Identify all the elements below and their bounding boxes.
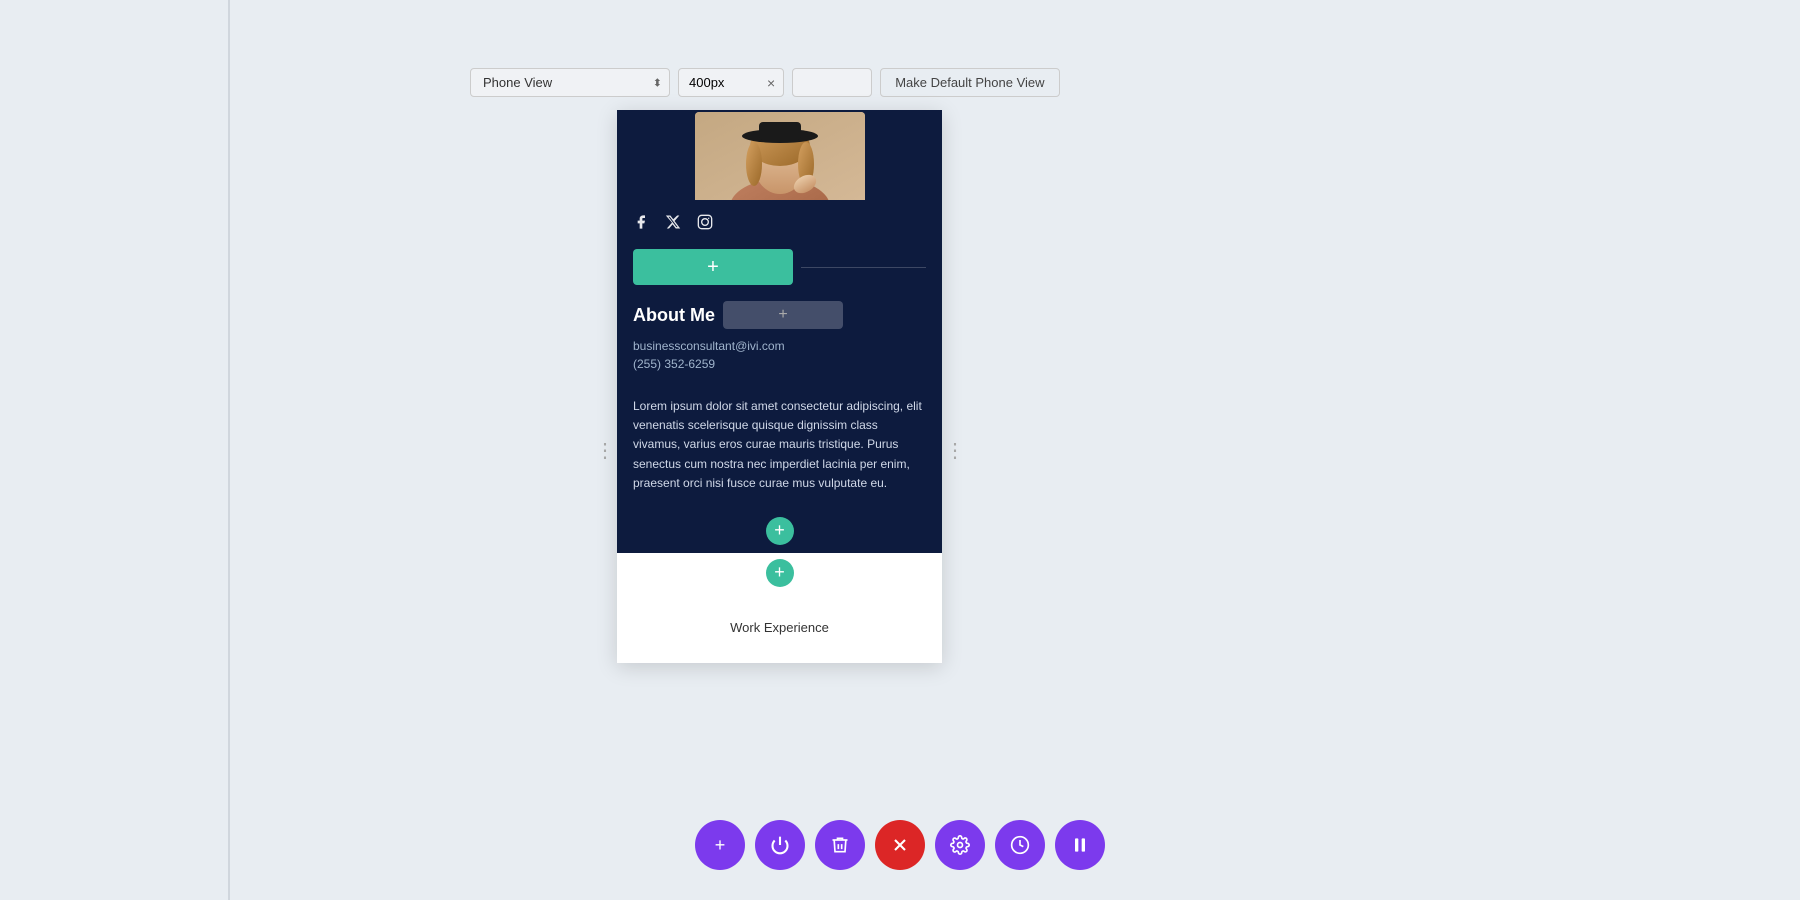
about-title: About Me — [633, 305, 715, 326]
drag-handle-left[interactable] — [600, 420, 608, 480]
px-input-wrapper: × — [678, 68, 784, 97]
toolbar-power-button[interactable] — [755, 820, 805, 870]
add-button-row: + — [617, 245, 942, 293]
toolbar-trash-button[interactable] — [815, 820, 865, 870]
social-icons-row — [617, 200, 942, 245]
about-add-button[interactable]: + — [723, 301, 843, 329]
work-experience-section: Work Experience — [617, 593, 942, 663]
instagram-icon[interactable] — [697, 214, 713, 235]
toolbar-history-button[interactable] — [995, 820, 1045, 870]
divider-add-area: + — [617, 553, 942, 593]
contact-email: businessconsultant@ivi.com — [633, 339, 926, 353]
profile-silhouette-svg — [695, 112, 865, 200]
toolbar-close-button[interactable] — [875, 820, 925, 870]
view-select-wrapper: Phone View — [470, 68, 670, 97]
profile-image-container — [690, 110, 870, 200]
contact-phone: (255) 352-6259 — [633, 357, 926, 371]
power-icon — [770, 835, 790, 855]
contact-info: businessconsultant@ivi.com (255) 352-625… — [633, 339, 926, 371]
add-block-button-dark: + — [617, 507, 942, 553]
bio-spacer — [633, 385, 926, 397]
pause-icon — [1070, 835, 1090, 855]
px-input[interactable] — [679, 69, 759, 96]
view-select[interactable]: Phone View — [470, 68, 670, 97]
bottom-toolbar: + — [695, 820, 1105, 870]
close-icon — [890, 835, 910, 855]
make-default-button[interactable]: Make Default Phone View — [880, 68, 1059, 97]
phone-preview: + About Me + businessconsultant@ivi.com … — [617, 110, 942, 663]
left-vertical-bar — [228, 0, 230, 900]
empty-secondary-input[interactable] — [792, 68, 872, 97]
px-clear-button[interactable]: × — [759, 70, 783, 96]
top-toolbar: Phone View × Make Default Phone View — [470, 68, 1060, 97]
about-header: About Me + — [633, 301, 926, 329]
circle-add-button-dark[interactable]: + — [766, 517, 794, 545]
drag-handle-right[interactable] — [950, 420, 958, 480]
history-icon — [1010, 835, 1030, 855]
toolbar-pause-button[interactable] — [1055, 820, 1105, 870]
circle-add-button-divider[interactable]: + — [766, 559, 794, 587]
settings-icon — [950, 835, 970, 855]
add-green-button[interactable]: + — [633, 249, 793, 285]
twitter-x-icon[interactable] — [665, 214, 681, 235]
profile-image — [695, 112, 865, 200]
toolbar-add-button[interactable]: + — [695, 820, 745, 870]
toolbar-settings-button[interactable] — [935, 820, 985, 870]
dark-section: + About Me + businessconsultant@ivi.com … — [617, 110, 942, 553]
work-experience-label: Work Experience — [730, 620, 829, 635]
bio-text: Lorem ipsum dolor sit amet consectetur a… — [633, 397, 926, 493]
about-me-section: About Me + businessconsultant@ivi.com (2… — [617, 293, 942, 507]
add-row-divider — [801, 267, 926, 268]
facebook-icon[interactable] — [633, 214, 649, 235]
trash-icon — [830, 835, 850, 855]
